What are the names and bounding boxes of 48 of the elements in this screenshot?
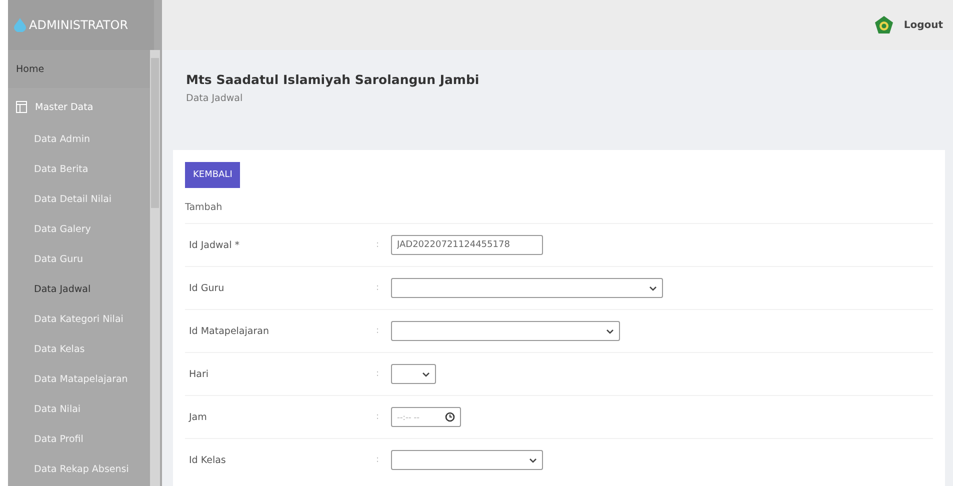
separator: : [376, 412, 380, 422]
scrollbar-thumb[interactable] [151, 58, 159, 208]
separator: : [376, 455, 380, 465]
field-label: Id Guru [189, 282, 226, 294]
sidebar-subitem[interactable]: Data Rekap Absensi [8, 456, 150, 486]
sidebar-item[interactable]: Home [8, 50, 150, 88]
sidebar-subitem[interactable]: Data Jadwal [8, 276, 150, 306]
sidebar-subitem[interactable]: Data Matapelajaran [8, 366, 150, 396]
breadcrumb: Data Jadwal [186, 93, 244, 104]
field-label: Hari [189, 368, 210, 380]
page-title: Mts Saadatul Islamiyah Sarolangun Jambi [186, 72, 480, 87]
back-button[interactable]: KEMBALI [185, 162, 240, 188]
separator: : [376, 369, 380, 379]
clock-icon [445, 412, 455, 422]
chevron-down-icon [606, 328, 614, 334]
chevron-down-icon [529, 458, 537, 462]
sidebar-item-label: Master Data [35, 102, 94, 112]
field-label: Id Matapelajaran [189, 326, 270, 336]
scrollbar[interactable] [150, 50, 160, 486]
separator: : [376, 240, 380, 250]
separator: : [376, 283, 380, 293]
sidebar-subitem[interactable]: Data Detail Nilai [8, 186, 150, 216]
sidebar-item[interactable]: Master Data [8, 88, 150, 126]
sidebar-subitem[interactable]: Data Admin [8, 126, 150, 156]
select-field[interactable] [391, 321, 620, 341]
sidebar-subitem[interactable]: Data Galery [8, 216, 150, 246]
sidebar-subitem[interactable]: Data Kelas [8, 336, 150, 366]
sidebar-subitem[interactable]: Data Berita [8, 156, 150, 186]
select-field[interactable] [391, 450, 543, 470]
logout-link[interactable]: Logout [904, 20, 943, 30]
table-icon [16, 101, 27, 113]
separator: : [376, 326, 380, 336]
select-field[interactable] [391, 364, 436, 384]
sidebar-subitem[interactable]: Data Kategori Nilai [8, 306, 150, 336]
brand-title: ADMINISTRATOR [29, 18, 128, 32]
chevron-down-icon [649, 286, 657, 290]
sidebar-subitem[interactable]: Data Guru [8, 246, 150, 276]
field-label: Id Kelas [189, 454, 227, 466]
field-label: Jam [189, 412, 208, 422]
sidebar-subitem[interactable]: Data Nilai [8, 396, 150, 426]
section-title: Tambah [185, 202, 224, 213]
chevron-down-icon [422, 372, 430, 376]
drop-logo-icon [14, 18, 26, 32]
emblem-icon [874, 15, 894, 35]
sidebar-subitem[interactable]: Data Profil [8, 426, 150, 456]
select-field[interactable] [391, 278, 663, 298]
field-label: Id Jadwal * [189, 240, 241, 250]
time-field[interactable]: --:-- -- [391, 407, 461, 427]
